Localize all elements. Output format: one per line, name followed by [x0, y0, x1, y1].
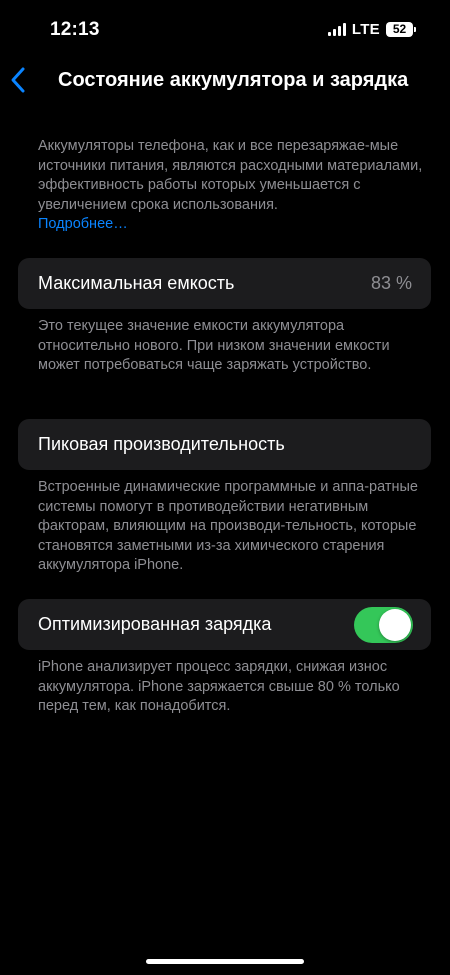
- peak-performance-cell[interactable]: Пиковая производительность: [18, 419, 431, 470]
- max-capacity-value: 83 %: [370, 273, 412, 293]
- optimized-charging-cell: Оптимизированная зарядка: [18, 599, 431, 650]
- optimized-charging-toggle[interactable]: [354, 607, 413, 643]
- intro-description: Аккумуляторы телефона, как и все перезар…: [38, 137, 423, 235]
- page-title: Состояние аккумулятора и зарядка: [58, 69, 409, 91]
- optimized-charging-description: iPhone анализирует процесс зарядки, сниж…: [38, 659, 400, 714]
- peak-performance-label: Пиковая производительность: [38, 434, 285, 454]
- intro-text: Аккумуляторы телефона, как и все перезар…: [38, 138, 423, 213]
- peak-performance-description: Встроенные динамические программные и ап…: [38, 479, 418, 573]
- toggle-knob: [379, 609, 411, 641]
- status-bar: 12:13 LTE 52: [0, 0, 450, 60]
- status-indicators: LTE 52: [327, 21, 416, 38]
- optimized-charging-label: Оптимизированная зарядка: [38, 614, 272, 634]
- battery-cap: [414, 27, 416, 32]
- battery-level: 52: [386, 22, 413, 37]
- cellular-signal-icon: [327, 23, 346, 36]
- max-capacity-description: Это текущее значение емкости аккумулятор…: [38, 318, 390, 373]
- chevron-left-icon: [11, 67, 25, 93]
- battery-icon: 52: [386, 22, 416, 37]
- navigation-bar: Состояние аккумулятора и зарядка: [0, 62, 450, 100]
- home-indicator[interactable]: [146, 959, 304, 964]
- network-type: LTE: [351, 21, 380, 38]
- max-capacity-label: Максимальная емкость: [38, 273, 235, 293]
- max-capacity-cell: Максимальная емкость 83 %: [18, 258, 431, 309]
- status-time: 12:13: [50, 19, 100, 40]
- learn-more-link[interactable]: Подробнее…: [38, 215, 423, 235]
- back-button[interactable]: [8, 65, 30, 95]
